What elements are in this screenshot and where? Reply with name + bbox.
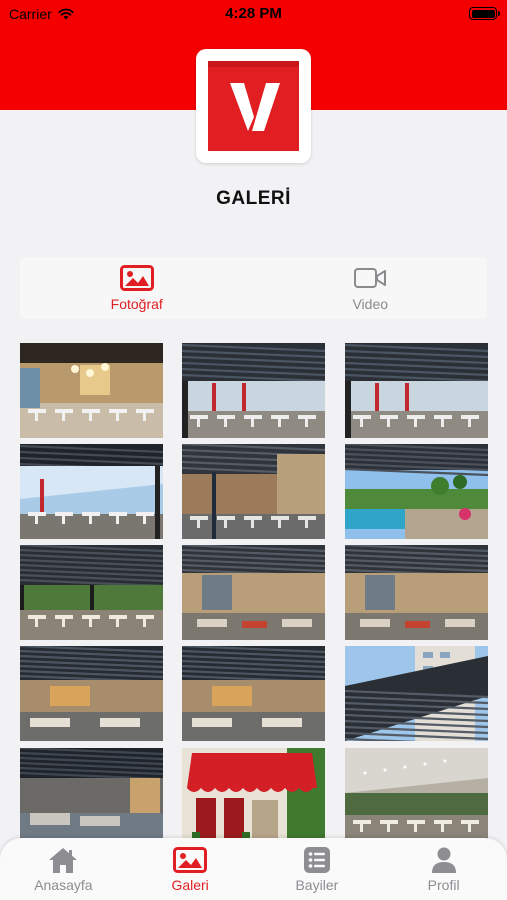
gallery-photo[interactable] [345,343,488,438]
photo-image [20,646,163,741]
photo-image [182,646,325,741]
gallery-photo[interactable] [20,343,163,438]
status-bar: Carrier 4:28 PM [0,0,507,28]
tab-video-label: Video [352,296,389,312]
nav-item-home[interactable]: Anasayfa [0,838,127,900]
nav-label-home: Anasayfa [34,877,93,893]
photo-image [182,343,325,438]
page-title: GALERİ [216,188,291,209]
photo-image [182,545,325,640]
status-time: 4:28 PM [225,5,282,22]
gallery-photo[interactable] [345,444,488,539]
nav-label-profile: Profil [427,877,460,893]
photo-image [20,748,163,843]
gallery-photo[interactable] [345,545,488,640]
photo-image [345,444,488,539]
gallery-photo[interactable] [182,343,325,438]
nav-item-gallery[interactable]: Galeri [127,838,254,900]
nav-item-profile[interactable]: Profil [380,838,507,900]
photo-image [20,343,163,438]
photo-image [345,545,488,640]
video-camera-icon [354,268,387,288]
list-icon [303,847,330,873]
image-icon [119,265,154,291]
tab-photo-label: Fotoğraf [110,296,163,312]
gallery-photo[interactable] [20,545,163,640]
brand-logo [196,49,311,163]
gallery-photo[interactable] [20,646,163,741]
gallery-photo[interactable] [20,748,163,843]
gallery-photo[interactable] [345,748,488,843]
photo-image [182,748,325,843]
nav-item-dealers[interactable]: Bayiler [254,838,381,900]
photo-image [182,444,325,539]
gallery-photo[interactable] [345,646,488,741]
photo-image [345,646,488,741]
gallery-photo[interactable] [182,748,325,843]
gallery-photo[interactable] [182,545,325,640]
gallery-photo[interactable] [182,444,325,539]
gallery-icon [173,847,208,873]
photo-grid [20,343,488,848]
gallery-photo[interactable] [182,646,325,741]
person-icon [431,847,456,873]
photo-image [345,343,488,438]
home-icon [49,848,78,873]
tab-video[interactable]: Video [254,257,488,319]
bottom-navigation: Anasayfa Galeri Bayiler Profil [0,838,507,900]
photo-image [345,748,488,843]
battery-icon [469,7,500,20]
media-tabs: Fotoğraf Video [20,257,487,319]
photo-image [20,545,163,640]
tab-photo[interactable]: Fotoğraf [20,257,254,319]
logo-mark [208,61,299,151]
gallery-photo[interactable] [20,444,163,539]
nav-label-gallery: Galeri [171,877,209,893]
photo-image [20,444,163,539]
nav-label-dealers: Bayiler [295,877,339,893]
